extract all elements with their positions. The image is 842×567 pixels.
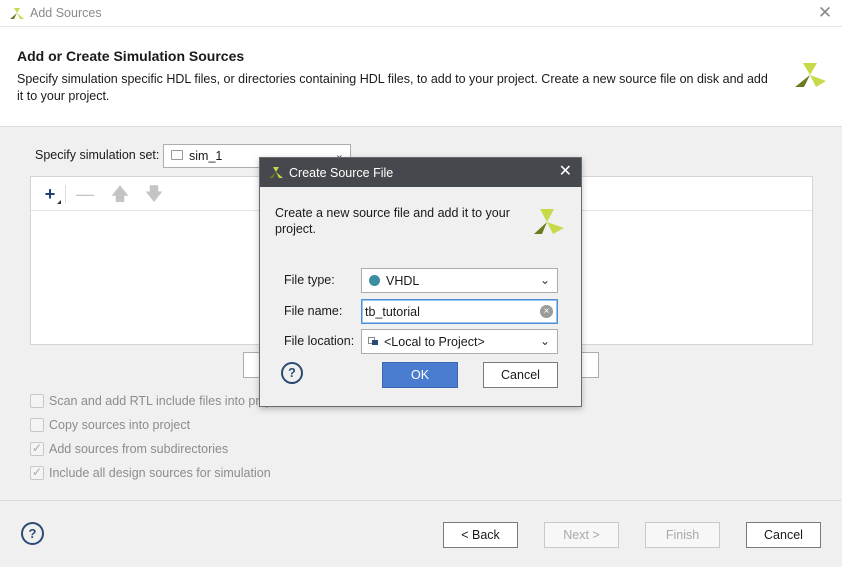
window-title: Add Sources <box>30 6 102 20</box>
xilinx-logo-icon <box>795 63 826 87</box>
help-icon[interactable]: ? <box>21 522 44 545</box>
cancel-button[interactable]: Cancel <box>746 522 821 548</box>
simulation-set-value: sim_1 <box>189 149 223 163</box>
option-label: Copy sources into project <box>49 418 191 432</box>
dialog-close-icon[interactable]: ✕ <box>559 163 572 181</box>
toolbar-divider <box>65 185 66 203</box>
footer-divider <box>0 500 842 501</box>
arrow-down-icon[interactable]: 🡇 <box>143 183 165 205</box>
simulation-set-label: Specify simulation set: <box>35 148 160 162</box>
vhdl-icon <box>369 275 380 286</box>
xilinx-logo-icon <box>269 167 283 178</box>
file-name-field[interactable]: × <box>361 299 558 324</box>
arrow-up-icon[interactable]: 🡅 <box>109 183 131 205</box>
plus-icon: + <box>44 184 56 204</box>
option-label: Scan and add RTL include files into proj… <box>49 394 286 408</box>
file-type-label: File type: <box>284 273 335 287</box>
ok-button[interactable]: OK <box>382 362 458 388</box>
minus-icon[interactable]: — <box>74 183 96 205</box>
create-source-file-dialog: Create Source File ✕ Create a new source… <box>259 157 582 407</box>
page-title: Add or Create Simulation Sources <box>17 48 245 64</box>
dialog-cancel-button[interactable]: Cancel <box>483 362 558 388</box>
xilinx-logo-icon <box>10 8 24 19</box>
clear-icon[interactable]: × <box>540 305 553 318</box>
add-files-button[interactable]: + <box>39 183 61 205</box>
dialog-titlebar: Create Source File ✕ <box>260 158 581 187</box>
folder-icon <box>171 150 183 160</box>
checkbox[interactable] <box>30 441 44 456</box>
finish-button[interactable]: Finish <box>645 522 720 548</box>
window-close-icon[interactable]: ✕ <box>816 4 834 22</box>
chevron-down-icon: ⌄ <box>539 273 550 287</box>
file-name-label: File name: <box>284 304 343 318</box>
next-button[interactable]: Next > <box>544 522 619 548</box>
file-type-value: VHDL <box>386 274 420 288</box>
checkbox[interactable] <box>30 394 44 408</box>
page-description: Specify simulation specific HDL files, o… <box>17 72 768 103</box>
wizard-header: Add or Create Simulation Sources Specify… <box>0 27 842 127</box>
file-type-select[interactable]: VHDL ⌄ <box>361 268 558 293</box>
checkbox[interactable] <box>30 465 44 480</box>
window-titlebar: Add Sources ✕ <box>0 0 842 27</box>
file-location-label: File location: <box>284 334 355 348</box>
dialog-title: Create Source File <box>289 166 394 180</box>
file-name-input[interactable] <box>365 303 535 320</box>
chevron-down-icon: ⌄ <box>539 334 550 348</box>
dialog-description: Create a new source file and add it to y… <box>275 206 510 236</box>
option-label: Include all design sources for simulatio… <box>49 466 271 480</box>
back-button[interactable]: < Back <box>443 522 518 548</box>
help-icon[interactable]: ? <box>281 362 303 384</box>
checkbox[interactable] <box>30 418 44 432</box>
folder-icon <box>368 337 378 345</box>
xilinx-logo-icon <box>534 209 564 234</box>
file-location-select[interactable]: <Local to Project> ⌄ <box>361 329 558 354</box>
dropdown-caret-icon <box>57 200 61 204</box>
option-label: Add sources from subdirectories <box>49 442 229 456</box>
file-location-value: <Local to Project> <box>384 335 485 349</box>
